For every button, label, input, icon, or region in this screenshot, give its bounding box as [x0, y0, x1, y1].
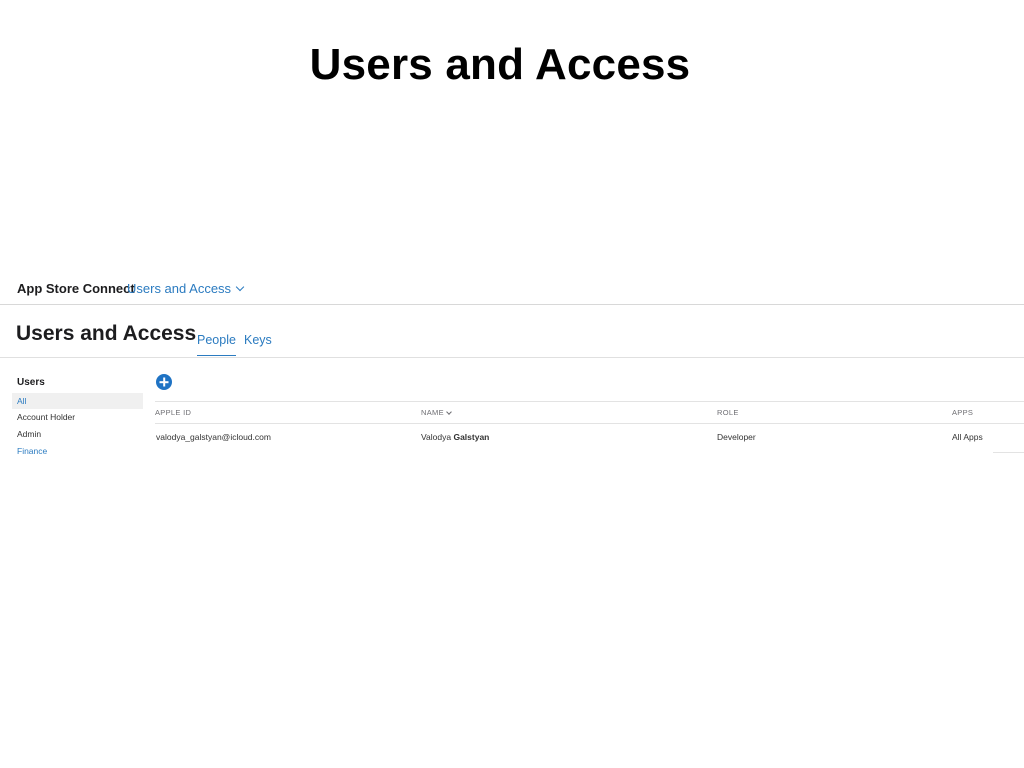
table-header: APPLE ID NAME ROLE APPS	[155, 401, 1024, 424]
section-menu-dropdown[interactable]: Users and Access	[127, 281, 245, 296]
cell-last-name: Galstyan	[453, 432, 490, 442]
column-header-apple-id[interactable]: APPLE ID	[155, 408, 191, 417]
sidebar-item-admin[interactable]: Admin	[12, 426, 143, 442]
column-header-apps[interactable]: APPS	[952, 408, 973, 417]
column-header-role[interactable]: ROLE	[717, 408, 739, 417]
sidebar-item-finance[interactable]: Finance	[12, 443, 143, 454]
page-title: Users and Access	[16, 322, 197, 345]
cell-name: Valodya Galstyan	[421, 432, 489, 442]
cell-apple-id: valodya_galstyan@icloud.com	[156, 432, 271, 442]
cell-role: Developer	[717, 432, 756, 442]
add-user-button[interactable]	[156, 374, 172, 390]
app-screenshot: App Store Connect Users and Access Users…	[0, 272, 1024, 454]
tab-keys[interactable]: Keys	[244, 333, 272, 355]
table-row[interactable]: valodya_galstyan@icloud.com Valodya Gals…	[155, 430, 1024, 446]
row-divider	[993, 452, 1024, 453]
page-header: Users and Access People Keys	[0, 305, 1024, 358]
section-menu-label: Users and Access	[127, 281, 232, 296]
sidebar-heading: Users	[17, 377, 45, 388]
slide-title: Users and Access	[309, 40, 691, 89]
cell-first-name: Valodya	[421, 432, 452, 442]
cell-apps: All Apps	[952, 432, 983, 442]
app-store-connect-link[interactable]: App Store Connect	[17, 281, 135, 296]
top-navigation-bar: App Store Connect Users and Access	[0, 272, 1024, 305]
sort-chevron-icon	[446, 408, 452, 415]
tab-people[interactable]: People	[197, 333, 236, 356]
sidebar-item-account-holder[interactable]: Account Holder	[12, 409, 143, 425]
chevron-down-icon	[235, 282, 245, 292]
sidebar-item-all[interactable]: All	[12, 393, 143, 409]
column-header-name[interactable]: NAME	[421, 408, 452, 417]
